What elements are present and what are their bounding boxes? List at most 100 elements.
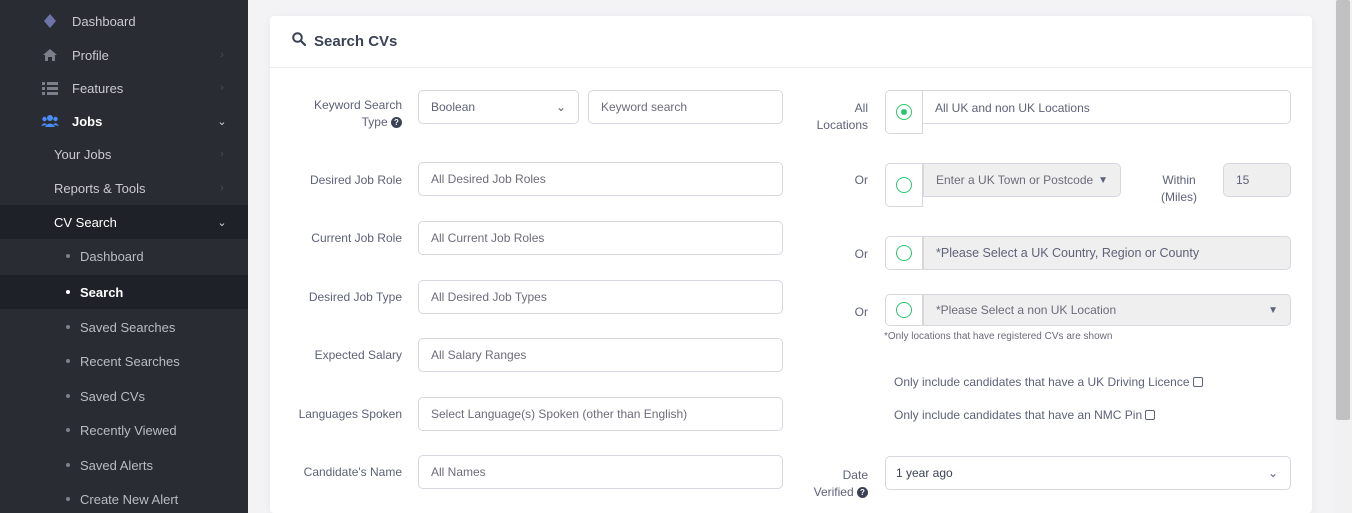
radio-unchecked-icon — [896, 245, 912, 261]
page-title: Search CVs — [314, 33, 398, 50]
home-icon — [40, 47, 60, 63]
current-job-role-input[interactable]: All Current Job Roles — [418, 221, 783, 255]
sidebar-subitem-label: Search — [80, 284, 124, 300]
chevron-right-icon: › — [220, 182, 224, 194]
sidebar-item-label: Dashboard — [72, 13, 136, 29]
bullet-icon — [66, 290, 70, 294]
all-locations-label: All Locations — [816, 101, 868, 132]
caret-down-icon: ▼ — [1098, 174, 1108, 186]
sidebar-subitem-saved-searches[interactable]: Saved Searches — [0, 310, 248, 344]
main-content: Search CVs Keyword Search Type ? Boolean… — [248, 0, 1334, 513]
sidebar: Dashboard Profile › Features › Jobs ⌄ Yo… — [0, 0, 248, 513]
help-icon[interactable]: ? — [391, 117, 402, 129]
uk-region-select[interactable]: *Please Select a UK Country, Region or C… — [923, 236, 1291, 270]
within-miles-label: Within (Miles) — [1161, 173, 1197, 204]
sidebar-item-reports-tools[interactable]: Reports & Tools › — [0, 171, 248, 205]
or-label: Or — [854, 173, 868, 187]
date-verified-select[interactable]: 1 year ago ⌄ — [885, 456, 1291, 490]
desired-job-type-input[interactable]: All Desired Job Types — [418, 280, 783, 314]
desired-job-type-label: Desired Job Type — [308, 290, 402, 304]
card-header: Search CVs — [270, 16, 1312, 68]
checkbox[interactable] — [1145, 410, 1156, 420]
bullet-icon — [66, 497, 70, 501]
desired-job-role-label: Desired Job Role — [309, 173, 402, 187]
sidebar-subitem-search[interactable]: Search — [0, 275, 248, 309]
sidebar-subitem-label: Create New Alert — [80, 491, 179, 507]
chevron-down-icon: ⌄ — [555, 100, 566, 114]
current-job-role-label: Current Job Role — [311, 231, 402, 245]
chevron-right-icon: › — [220, 82, 224, 94]
desired-job-role-input[interactable]: All Desired Job Roles — [418, 162, 783, 196]
keyword-search-type-label: Keyword Search Type ? — [313, 98, 402, 129]
chevron-down-icon: ⌄ — [1267, 466, 1278, 480]
languages-spoken-label: Languages Spoken — [298, 407, 402, 421]
sidebar-subitem-label: Recent Searches — [80, 353, 180, 369]
all-locations-radio[interactable] — [885, 90, 923, 134]
sidebar-subitem-label: Saved CVs — [80, 388, 146, 404]
chevron-down-icon: ⌄ — [217, 216, 227, 229]
sidebar-subitem-saved-cvs[interactable]: Saved CVs — [0, 379, 248, 413]
candidate-name-input[interactable]: All Names — [418, 455, 783, 489]
users-icon — [40, 113, 60, 129]
keyword-type-select[interactable]: Boolean ⌄ — [418, 90, 579, 124]
or-label: Or — [854, 305, 868, 319]
locations-note: *Only locations that have registered CVs… — [884, 331, 1113, 342]
non-uk-location-select[interactable]: *Please Select a non UK Location ▼ — [923, 294, 1291, 326]
sidebar-item-profile[interactable]: Profile › — [0, 38, 248, 72]
sidebar-subitem-recent-searches[interactable]: Recent Searches — [0, 344, 248, 378]
uk-region-radio[interactable] — [885, 236, 923, 270]
within-miles-input[interactable]: 15 — [1223, 163, 1291, 197]
sidebar-item-your-jobs[interactable]: Your Jobs › — [0, 137, 248, 171]
expected-salary-input[interactable]: All Salary Ranges — [418, 338, 783, 372]
scrollbar[interactable] — [1334, 0, 1352, 513]
search-icon — [292, 32, 307, 51]
sidebar-subitem-recently-viewed[interactable]: Recently Viewed — [0, 413, 248, 447]
sidebar-subitem-label: Saved Searches — [80, 319, 176, 335]
bullet-icon — [66, 254, 70, 258]
bullet-icon — [66, 325, 70, 329]
diamond-icon — [40, 13, 60, 29]
expected-salary-label: Expected Salary — [314, 348, 402, 362]
sidebar-item-dashboard[interactable]: Dashboard — [0, 4, 248, 38]
date-verified-label: Date Verified ? — [813, 468, 868, 499]
chevron-down-icon: ⌄ — [217, 115, 227, 128]
driving-licence-option[interactable]: Only include candidates that have a UK D… — [894, 375, 1203, 389]
sidebar-subitem-dashboard[interactable]: Dashboard — [0, 239, 248, 273]
search-card: Search CVs Keyword Search Type ? Boolean… — [270, 16, 1312, 513]
help-icon[interactable]: ? — [857, 487, 868, 499]
keyword-search-input[interactable]: Keyword search — [588, 90, 783, 124]
all-locations-field: All UK and non UK Locations — [923, 90, 1291, 124]
candidate-name-label: Candidate's Name — [303, 465, 402, 479]
sidebar-item-label: Reports & Tools — [54, 180, 146, 196]
chevron-right-icon: › — [220, 148, 224, 160]
sidebar-item-label: Features — [72, 80, 124, 96]
sidebar-item-label: Jobs — [72, 113, 103, 129]
sidebar-item-label: Your Jobs — [54, 146, 112, 162]
sidebar-item-label: Profile — [72, 47, 109, 63]
sidebar-subitem-create-new-alert[interactable]: Create New Alert — [0, 482, 248, 513]
nmc-pin-option[interactable]: Only include candidates that have an NMC… — [894, 408, 1156, 422]
bullet-icon — [66, 428, 70, 432]
radio-checked-icon — [896, 104, 912, 120]
sidebar-item-cv-search[interactable]: CV Search ⌄ — [0, 205, 248, 239]
bullet-icon — [66, 394, 70, 398]
bullet-icon — [66, 463, 70, 467]
sidebar-item-jobs[interactable]: Jobs ⌄ — [0, 104, 248, 138]
uk-town-radio[interactable] — [885, 163, 923, 207]
uk-town-select[interactable]: Enter a UK Town or Postcode ▼ — [923, 163, 1121, 197]
non-uk-radio[interactable] — [885, 294, 923, 326]
sidebar-subitem-label: Dashboard — [80, 248, 144, 264]
caret-down-icon: ▼ — [1268, 304, 1278, 316]
checkbox[interactable] — [1192, 377, 1203, 387]
languages-spoken-input[interactable]: Select Language(s) Spoken (other than En… — [418, 397, 783, 431]
chevron-right-icon: › — [220, 49, 224, 61]
scrollbar-thumb[interactable] — [1336, 0, 1350, 420]
bullet-icon — [66, 359, 70, 363]
sidebar-subitem-label: Saved Alerts — [80, 457, 153, 473]
radio-unchecked-icon — [896, 177, 912, 193]
sidebar-subitem-label: Recently Viewed — [80, 422, 177, 438]
sidebar-item-label: CV Search — [54, 214, 117, 230]
sidebar-item-features[interactable]: Features › — [0, 71, 248, 105]
radio-unchecked-icon — [896, 302, 912, 318]
sidebar-subitem-saved-alerts[interactable]: Saved Alerts — [0, 448, 248, 482]
